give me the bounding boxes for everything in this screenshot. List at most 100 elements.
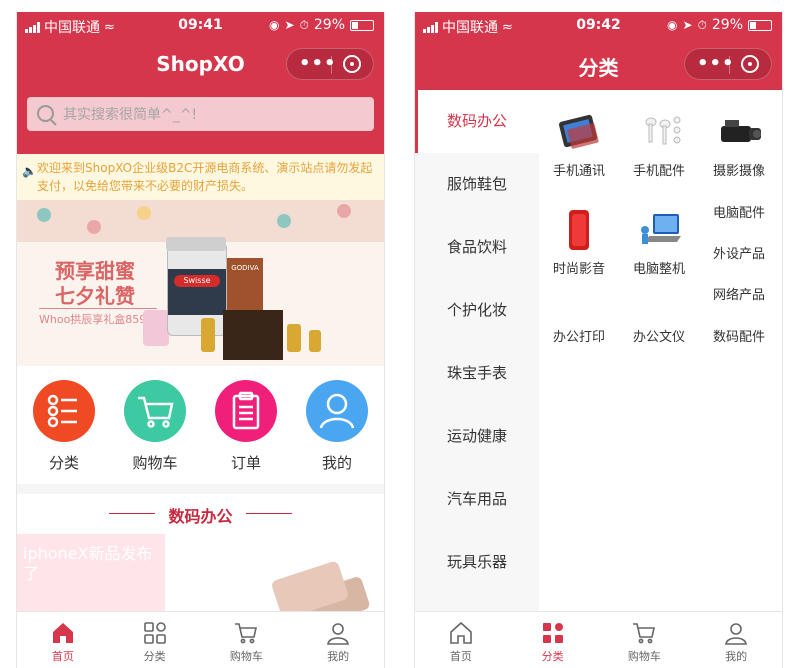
home-screen: 中国联通 ≈ 09:41 ◉ ➤ ⏱ 29% ShopXO ••• 🔈 欢迎来到… [16, 12, 385, 668]
tab-home[interactable]: 首页 [17, 612, 109, 668]
close-miniprogram-icon[interactable] [343, 55, 361, 73]
tab-label: 首页 [51, 650, 74, 663]
capsule-divider [331, 56, 332, 74]
quick-nav-label: 订单 [230, 454, 261, 472]
subcategory-item[interactable]: 电脑整机 [619, 210, 699, 277]
quick-nav: 分类 购物车 订单 我的 [17, 366, 384, 484]
tab-category[interactable]: 分类 [507, 612, 599, 668]
more-icon[interactable]: ••• [697, 53, 734, 74]
earphones-icon [635, 112, 683, 152]
flower-decoration [37, 208, 51, 222]
tab-home[interactable]: 首页 [415, 612, 507, 668]
speaker-icon: 🔈 [22, 164, 37, 178]
subcategory-label: 手机配件 [632, 164, 685, 179]
tab-cart[interactable]: 购物车 [599, 612, 691, 668]
chocolate-box-image: GODIVA [227, 258, 263, 314]
cart-icon [631, 620, 657, 646]
banner[interactable]: 预享甜蜜 七夕礼赞 Whoo拱辰享礼盒859元 Swisse GODIVA [17, 200, 384, 366]
subcategory-item[interactable]: 手机配件 [619, 112, 699, 179]
category-icon [540, 620, 566, 646]
subcategory-label: 手机通讯 [552, 164, 605, 179]
quick-nav-profile[interactable]: 我的 [305, 380, 369, 473]
quick-nav-cart[interactable]: 购物车 [123, 380, 187, 473]
user-icon [723, 620, 749, 646]
tab-profile[interactable]: 我的 [292, 612, 384, 668]
sidebar-item-sports[interactable]: 运动健康 [415, 405, 539, 468]
perfume-image [143, 310, 169, 346]
sidebar-item-jewelry[interactable]: 珠宝手表 [415, 342, 539, 405]
floor-divider [246, 513, 292, 514]
battery-icon [748, 19, 772, 31]
subcategory-label: 电脑整机 [632, 262, 685, 277]
search-box[interactable] [27, 97, 374, 133]
gift-box-image [223, 310, 283, 360]
quick-nav-label: 我的 [321, 454, 352, 472]
subcategory-item[interactable]: 外设产品 [699, 243, 779, 262]
subcategory-item[interactable]: 电脑配件 [699, 202, 779, 221]
cosmetic-bottle-image [309, 330, 321, 352]
lock-rotation-icon: ◉ [268, 18, 280, 32]
quick-nav-category[interactable]: 分类 [32, 380, 96, 473]
sidebar-item-auto[interactable]: 汽车用品 [415, 468, 539, 531]
subcategory-item[interactable]: 数码配件 [699, 326, 779, 345]
subcategory-item[interactable]: 手机通讯 [539, 112, 619, 179]
home-icon [50, 620, 76, 646]
tab-label: 购物车 [229, 650, 263, 663]
subcategory-label: 摄影摄像 [712, 164, 765, 179]
sidebar-item-food[interactable]: 食品饮料 [415, 216, 539, 279]
sidebar-item-apparel[interactable]: 服饰鞋包 [415, 153, 539, 216]
subcategory-item[interactable]: 摄影摄像 [699, 112, 779, 179]
flower-decoration [137, 206, 151, 220]
location-icon: ➤ [682, 18, 693, 32]
close-miniprogram-icon[interactable] [741, 55, 759, 73]
sidebar-item-personal-care[interactable]: 个护化妆 [415, 279, 539, 342]
brand-label: Swisse [174, 275, 220, 287]
tab-category[interactable]: 分类 [109, 612, 201, 668]
clipboard-icon [215, 380, 277, 442]
flower-decoration [337, 204, 351, 218]
tablet-icon [555, 112, 603, 152]
tab-profile[interactable]: 我的 [690, 612, 782, 668]
status-bar: 中国联通 ≈ 09:42 ◉ ➤ ⏱ 29% [415, 12, 782, 38]
list-icon [33, 380, 95, 442]
subcategory-item[interactable]: 时尚影音 [539, 210, 619, 277]
subcategory-grid: 手机通讯 手机配件 摄影摄像 电脑配件 时尚影音 电脑整机 外设产品 网络产品 … [539, 90, 782, 612]
search-icon [37, 105, 54, 122]
camcorder-icon [715, 112, 763, 152]
quick-nav-label: 分类 [48, 454, 79, 472]
sidebar-item-toys[interactable]: 玩具乐器 [415, 531, 539, 594]
more-icon[interactable]: ••• [299, 53, 336, 74]
quick-nav-order[interactable]: 订单 [214, 380, 278, 473]
category-sidebar: 数码办公 服饰鞋包 食品饮料 个护化妆 珠宝手表 运动健康 汽车用品 玩具乐器 [415, 90, 539, 612]
miniprogram-capsule: ••• [286, 48, 374, 80]
tab-bar: 首页 分类 购物车 我的 [17, 611, 384, 668]
user-icon [325, 620, 351, 646]
notice-text: 欢迎来到ShopXO企业级B2C开源电商系统、演示站点请勿发起支付，以免给您带来… [37, 161, 373, 193]
supplement-jar-image: Swisse [166, 237, 227, 336]
subcategory-label: 办公打印 [552, 330, 605, 345]
tab-label: 我的 [327, 650, 350, 663]
subcategory-item[interactable]: 办公文仪 [619, 326, 699, 345]
tab-cart[interactable]: 购物车 [201, 612, 293, 668]
subcategory-item[interactable]: 网络产品 [699, 284, 779, 303]
battery-icon [350, 19, 374, 31]
alarm-icon: ⏱ [697, 17, 707, 32]
tab-label: 购物车 [627, 650, 661, 663]
nav-bar: 分类 ••• [415, 38, 782, 90]
notice-bar: 🔈 欢迎来到ShopXO企业级B2C开源电商系统、演示站点请勿发起支付，以免给您… [17, 154, 384, 200]
subcategory-label: 数码配件 [712, 330, 765, 345]
laptop-icon [635, 210, 683, 250]
capsule-divider [729, 56, 730, 74]
status-right: ◉ ➤ ⏱ 29% [667, 17, 772, 33]
search-input[interactable] [61, 97, 365, 133]
tab-label: 分类 [541, 650, 564, 663]
sidebar-item-digital-office[interactable]: 数码办公 [415, 90, 539, 153]
tab-label: 我的 [725, 650, 748, 663]
home-icon [448, 620, 474, 646]
alarm-icon: ⏱ [299, 17, 309, 32]
floor-title[interactable]: 数码办公 [17, 503, 384, 527]
cart-icon [124, 380, 186, 442]
subcategory-item[interactable]: 办公打印 [539, 326, 619, 345]
tab-bar: 首页 分类 购物车 我的 [415, 611, 782, 668]
status-right: ◉ ➤ ⏱ 29% [269, 17, 374, 33]
